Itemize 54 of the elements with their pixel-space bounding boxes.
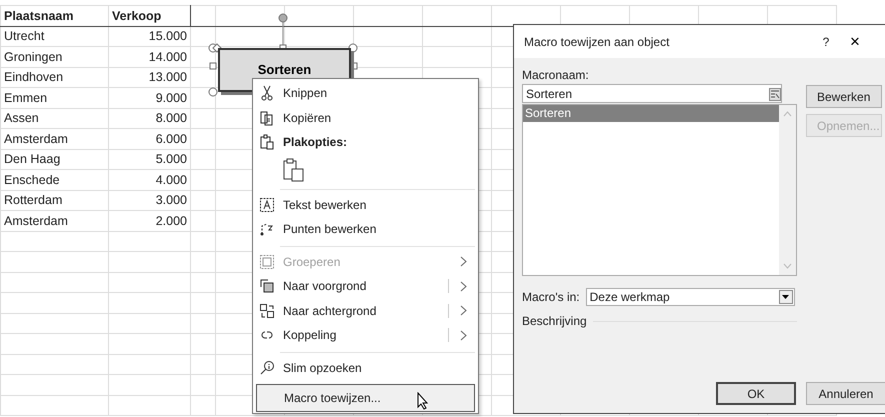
table-cell: Eindhoven bbox=[0, 67, 108, 88]
column-header: Plaatsnaam bbox=[0, 6, 108, 26]
dialog-button[interactable]: OK bbox=[716, 382, 796, 405]
section-label: Beschrijving bbox=[522, 313, 587, 330]
paste-option-icon[interactable] bbox=[283, 158, 305, 182]
column-header: Verkoop bbox=[108, 6, 190, 26]
menu-item[interactable]: Punten bewerken bbox=[256, 217, 475, 242]
table-cell: Amsterdam bbox=[0, 210, 108, 231]
table-cell: 6.000 bbox=[108, 128, 190, 149]
field-label: Macro's in: bbox=[522, 289, 580, 306]
menu-item[interactable]: Macro toewijzen... bbox=[256, 384, 475, 412]
text-box-icon bbox=[259, 196, 275, 213]
dialog-button[interactable]: Bewerken bbox=[806, 85, 882, 108]
menu-item[interactable]: Naar voorgrond bbox=[256, 274, 475, 298]
menu-item[interactable]: Naar achtergrond bbox=[256, 298, 475, 323]
menu-item[interactable]: Slim opzoeken bbox=[256, 356, 475, 380]
macro-name-field[interactable]: Sorteren bbox=[522, 84, 782, 103]
menu-item[interactable]: Tekst bewerken bbox=[256, 192, 475, 217]
mouse-pointer-icon bbox=[417, 392, 429, 410]
table-cell: Utrecht bbox=[0, 26, 108, 46]
send-backward-icon bbox=[259, 302, 275, 319]
dialog-button[interactable]: Annuleren bbox=[806, 382, 885, 405]
group-icon bbox=[259, 254, 275, 270]
table-cell: 2.000 bbox=[108, 210, 190, 231]
table-cell: 15.000 bbox=[108, 26, 190, 46]
table-cell: Amsterdam bbox=[0, 128, 108, 149]
field-label: Macronaam: bbox=[522, 67, 590, 84]
bring-forward-icon bbox=[259, 278, 275, 294]
table-cell: 3.000 bbox=[108, 190, 190, 210]
scissors-icon bbox=[259, 85, 275, 102]
table-cell: Groningen bbox=[0, 46, 108, 67]
edit-points-icon bbox=[259, 221, 275, 238]
list-item[interactable]: Sorteren bbox=[523, 105, 779, 122]
search-icon bbox=[259, 360, 275, 376]
table-cell: 13.000 bbox=[108, 67, 190, 88]
table-cell: 4.000 bbox=[108, 170, 190, 190]
table-cell: 14.000 bbox=[108, 46, 190, 67]
copy-icon bbox=[259, 110, 275, 126]
menu-item[interactable]: Kopiëren bbox=[256, 106, 475, 130]
dialog-title: Macro toewijzen aan object bbox=[524, 34, 670, 50]
help-button[interactable]: ? bbox=[806, 32, 846, 50]
table-cell: 9.000 bbox=[108, 88, 190, 108]
table-cell: Emmen bbox=[0, 88, 108, 108]
clipboard-icon bbox=[259, 134, 275, 150]
table-cell: 8.000 bbox=[108, 108, 190, 128]
table-cell: Den Haag bbox=[0, 149, 108, 170]
table-cell: Rotterdam bbox=[0, 190, 108, 210]
menu-heading: Plakopties: bbox=[283, 134, 348, 152]
table-cell: 5.000 bbox=[108, 149, 190, 170]
menu-item[interactable]: Koppeling bbox=[256, 323, 475, 348]
close-button[interactable]: × bbox=[846, 28, 885, 54]
table-cell: Enschede bbox=[0, 170, 108, 190]
macros-in-dropdown[interactable]: Deze werkmap bbox=[586, 288, 795, 306]
table-cell: Assen bbox=[0, 108, 108, 128]
